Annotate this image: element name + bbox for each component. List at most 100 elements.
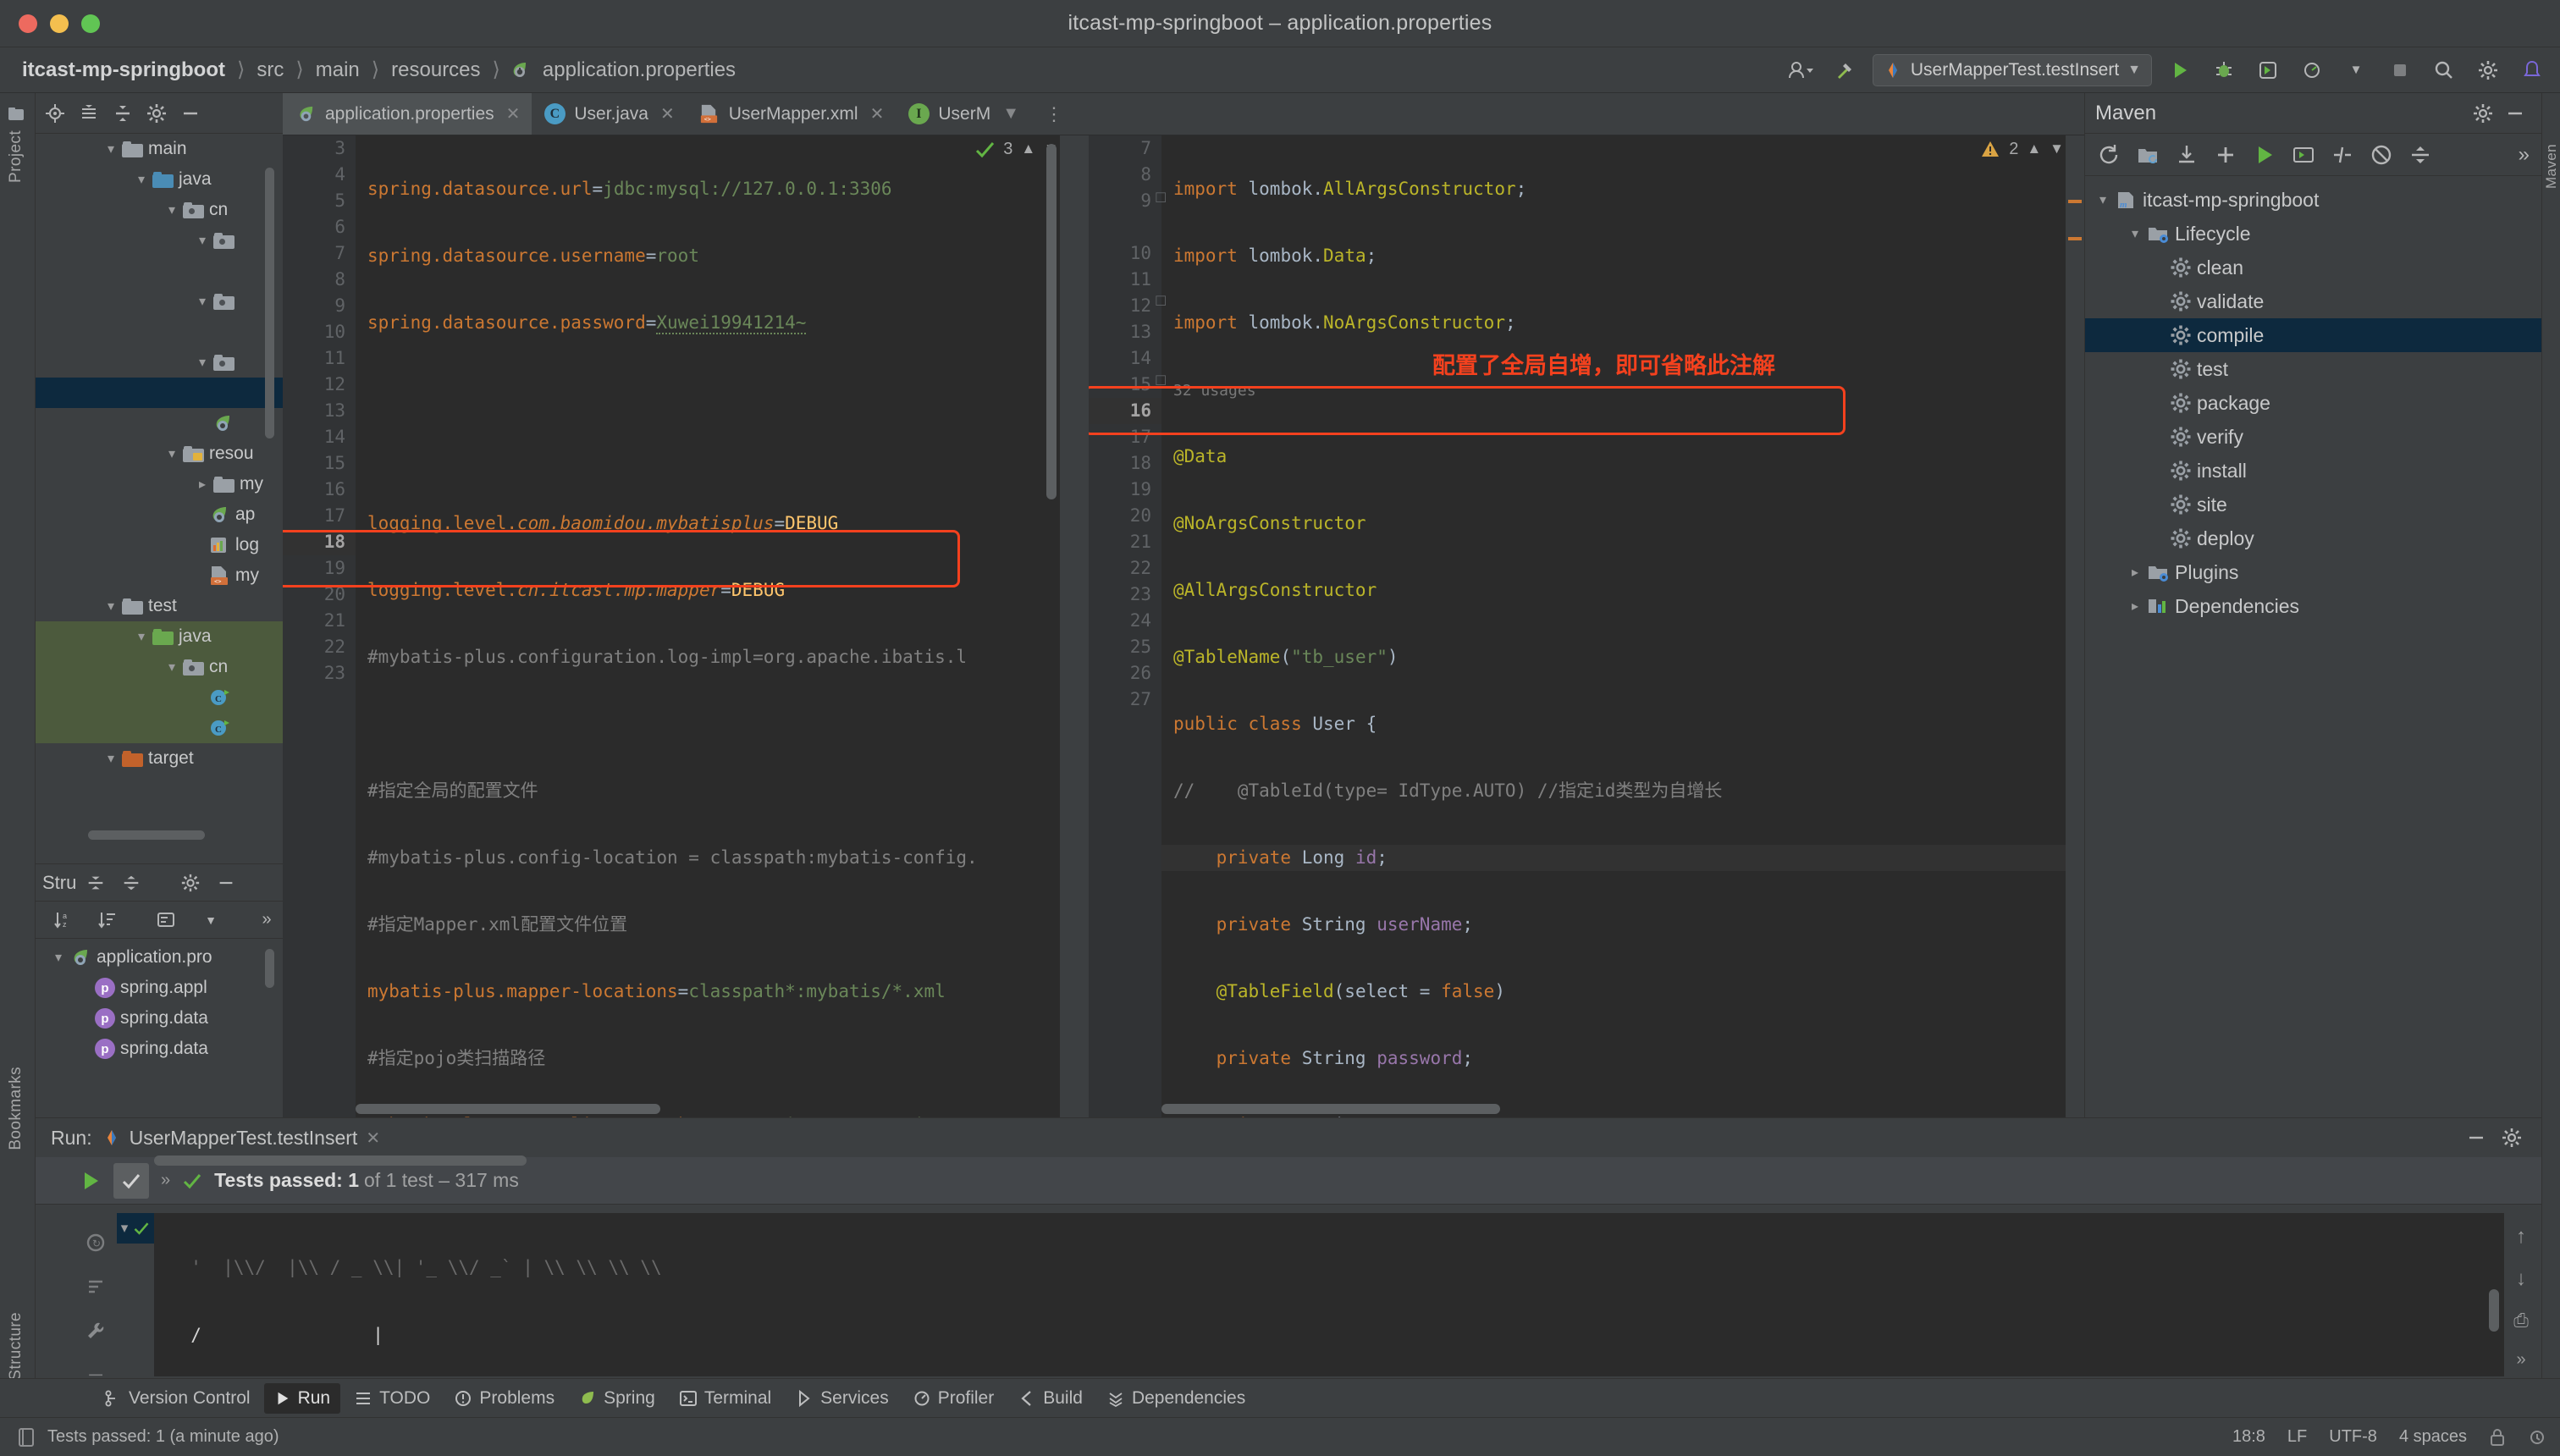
chevron-down-icon[interactable]: ▾ <box>191 354 213 371</box>
chevron-down-icon[interactable]: ▾ <box>191 232 213 249</box>
list-item[interactable]: p spring.data <box>36 1034 283 1064</box>
code-usages-hint[interactable]: 32 usages <box>1161 377 2084 403</box>
tree-row[interactable]: <> my <box>36 560 283 591</box>
error-stripe-left[interactable] <box>1060 135 1079 1117</box>
tool-button-terminal[interactable]: Terminal <box>669 1383 781 1414</box>
list-item[interactable]: p spring.appl <box>36 973 283 1003</box>
tab-application-properties[interactable]: application.properties ✕ <box>283 93 532 135</box>
list-item[interactable]: ▾ application.pro <box>36 942 283 973</box>
wrench-icon[interactable] <box>85 1320 107 1342</box>
add-icon[interactable] <box>2214 143 2237 167</box>
editor-pane-user-java[interactable]: 7 8 9 10 11 12 13 14 15 16 17 18 19 20 2… <box>1089 135 2084 1117</box>
error-stripe-right[interactable] <box>2066 135 2084 1117</box>
collapse-all-icon[interactable] <box>107 97 139 130</box>
chevron-right-icon[interactable]: ▸ <box>191 476 213 493</box>
user-avatar-icon[interactable] <box>1785 54 1817 86</box>
tool-button-version-control[interactable]: Version Control <box>93 1383 261 1414</box>
sort-alpha-icon[interactable]: az <box>47 904 80 936</box>
build-hammer-icon[interactable] <box>1829 54 1861 86</box>
more-icon[interactable]: » <box>251 904 283 936</box>
maven-goal-install[interactable]: install <box>2085 454 2541 488</box>
maven-tree[interactable]: ▾ m itcast-mp-springboot ▾ Lifecycle cle… <box>2085 176 2541 623</box>
chevron-down-icon[interactable]: ▼ <box>2340 54 2372 86</box>
breadcrumb-item-src[interactable]: src <box>253 58 287 82</box>
chevron-down-icon[interactable]: ▾ <box>161 445 183 462</box>
close-icon[interactable]: ✕ <box>870 103 885 124</box>
download-sources-icon[interactable] <box>2175 143 2199 167</box>
sidebar-item-bookmarks[interactable]: Bookmarks <box>7 1067 25 1150</box>
settings-icon[interactable] <box>174 867 207 899</box>
chevron-down-icon[interactable]: ▾ <box>100 750 122 767</box>
collapse-all-icon[interactable] <box>2408 143 2432 167</box>
hide-icon[interactable] <box>2499 97 2531 130</box>
tab-usermapper-xml[interactable]: <> UserMapper.xml ✕ <box>687 93 897 135</box>
tool-button-spring[interactable]: Spring <box>568 1383 665 1414</box>
sort-by-type-icon[interactable] <box>91 904 124 936</box>
chevron-down-icon[interactable]: ▼ <box>195 904 227 936</box>
chevron-down-icon[interactable]: ▼ <box>1002 104 1019 124</box>
run-coverage-icon[interactable] <box>2252 54 2284 86</box>
tool-button-problems[interactable]: Problems <box>444 1383 565 1414</box>
soft-wrap-icon[interactable]: » <box>2516 1350 2525 1370</box>
tree-row[interactable]: ▾ main <box>36 134 283 164</box>
tree-row[interactable]: ▾ java <box>36 164 283 195</box>
chevron-down-icon[interactable]: ▾ <box>100 141 122 157</box>
tool-button-run[interactable]: Run <box>264 1383 341 1414</box>
tree-row[interactable]: C <box>36 682 283 713</box>
chevron-right-icon[interactable]: ▸ <box>2124 564 2146 581</box>
editor-splitter[interactable] <box>1079 135 1089 1117</box>
hide-icon[interactable] <box>210 867 242 899</box>
close-icon[interactable]: ✕ <box>366 1128 380 1149</box>
maven-goal-site[interactable]: site <box>2085 488 2541 521</box>
sidebar-item-structure[interactable]: Structure <box>7 1312 25 1381</box>
list-item[interactable]: p spring.data <box>36 1003 283 1034</box>
indent-setting[interactable]: 4 spaces <box>2399 1427 2467 1447</box>
stop-icon[interactable] <box>2384 54 2416 86</box>
tab-usermapper-java[interactable]: I UserM ▼ <box>896 93 1031 135</box>
lock-icon[interactable] <box>2489 1428 2506 1447</box>
toggle-offline-icon[interactable] <box>2370 143 2393 167</box>
search-icon[interactable] <box>2428 54 2460 86</box>
expand-structure-icon[interactable] <box>151 904 183 936</box>
maven-goal-deploy[interactable]: deploy <box>2085 521 2541 555</box>
maven-goal-test[interactable]: test <box>2085 352 2541 386</box>
tree-row[interactable]: ▾ resou <box>36 438 283 469</box>
console-output[interactable]: ' |\\/ |\\ / _ \\| '_ \\/ _` | \\ \\ \\ … <box>154 1213 2504 1376</box>
notifications-icon[interactable] <box>2516 54 2548 86</box>
status-message[interactable]: Tests passed: 1 (a minute ago) <box>47 1427 279 1447</box>
structure-vscrollbar[interactable] <box>265 949 274 988</box>
maven-goal-verify[interactable]: verify <box>2085 420 2541 454</box>
caret-position[interactable]: 18:8 <box>2232 1427 2265 1447</box>
error-stripe-mark[interactable] <box>2068 237 2082 240</box>
hide-icon[interactable] <box>174 97 207 130</box>
run-icon[interactable] <box>2164 54 2196 86</box>
chevron-down-icon[interactable]: ▾ <box>100 598 122 615</box>
run-test-icon[interactable] <box>80 1170 102 1192</box>
sidebar-item-project[interactable]: Project <box>7 130 25 183</box>
project-tree[interactable]: ▾ main ▾ java ▾ cn ▾ ▾ <box>36 134 283 845</box>
editor-hscrollbar-right[interactable] <box>1161 1104 1500 1114</box>
toggle-skip-tests-icon[interactable] <box>2331 143 2354 167</box>
editor-vscrollbar-left[interactable] <box>1046 144 1057 499</box>
editor-tab-more-button[interactable]: ⋮ <box>1031 93 1075 135</box>
run-tab-usermappertest[interactable]: UserMapperTest.testInsert ✕ <box>102 1127 380 1150</box>
run-header-scrollbar[interactable] <box>154 1155 527 1166</box>
tree-row[interactable]: ▾ <box>36 225 283 256</box>
console-fold-row[interactable]: ▾ <box>117 1213 154 1244</box>
tree-row[interactable]: log <box>36 530 283 560</box>
expand-all-icon[interactable] <box>80 867 112 899</box>
tool-button-build[interactable]: Build <box>1007 1383 1093 1414</box>
error-stripe-mark[interactable] <box>2068 200 2082 203</box>
close-icon[interactable]: ✕ <box>660 103 675 124</box>
breadcrumb-item-project[interactable]: itcast-mp-springboot <box>19 58 229 82</box>
tree-row[interactable] <box>36 317 283 347</box>
expand-icon[interactable]: » <box>161 1171 170 1190</box>
locate-icon[interactable] <box>39 97 71 130</box>
tree-row[interactable]: ▾ java <box>36 621 283 652</box>
more-icon[interactable]: » <box>2519 143 2530 167</box>
next-problem-icon[interactable]: ▼ <box>2050 141 2064 157</box>
fold-marker-icon[interactable]: ☐ <box>1155 293 1167 310</box>
fold-marker-icon[interactable]: ☐ <box>1155 190 1167 207</box>
collapse-all-icon[interactable] <box>115 867 147 899</box>
maven-goal-clean[interactable]: clean <box>2085 251 2541 284</box>
